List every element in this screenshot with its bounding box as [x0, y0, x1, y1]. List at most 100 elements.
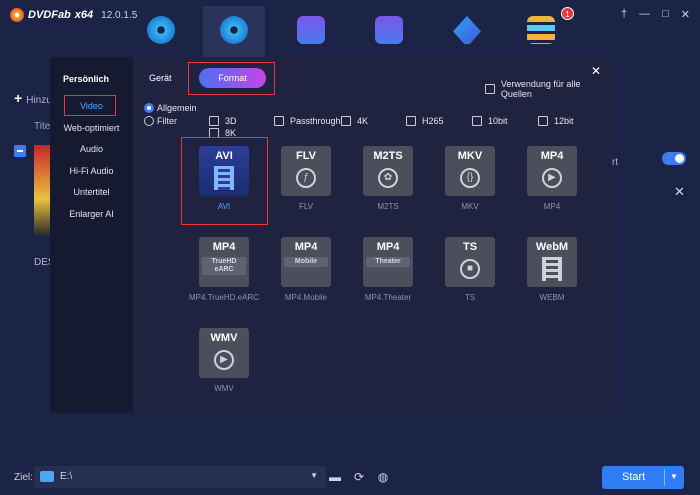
filter-label: 4K [357, 116, 369, 126]
format-tile-mp4-theater[interactable]: MP4 Theater MP4.Theater [356, 237, 420, 302]
checkbox-icon [274, 116, 284, 126]
format-tile-ts[interactable]: TS ■ TS [438, 237, 502, 302]
target-path: E:\ [60, 471, 73, 482]
format-label: FLV [298, 202, 314, 211]
radio-filter-label: Filter [157, 116, 177, 126]
format-card: WMV ▶ [199, 328, 249, 378]
film-strip-icon [542, 257, 562, 281]
start-options-chevron-icon[interactable]: ▼ [670, 472, 678, 481]
filter-passthrough[interactable]: Passthrough [274, 116, 341, 126]
format-card: MP4 Theater [363, 237, 413, 287]
format-label: MP4.TrueHD.eARC [189, 293, 259, 302]
target-path-field[interactable]: E:\ ▼ [34, 466, 326, 488]
format-label: M2TS [377, 202, 399, 211]
format-panel: Gerät Format ✕ Verwendung für alle Quell… [133, 57, 612, 413]
window-controls: † — □ ✕ [621, 8, 690, 21]
minimize-icon[interactable]: — [639, 8, 650, 21]
bottom-bar: Ziel: E:\ ▼ ▬ ⟳ ◍ Start ▼ [0, 462, 700, 495]
sidebar-item-subtitles[interactable]: Untertitel [50, 182, 133, 202]
tab-device[interactable]: Gerät [149, 73, 172, 83]
sidebar-item-web-optimized[interactable]: Web-optimiert [50, 118, 133, 138]
format-subtitle: Mobile [284, 257, 328, 267]
filter-3d[interactable]: 3D [209, 116, 237, 126]
sidebar-item-enlarger-ai[interactable]: Enlarger AI [50, 204, 133, 224]
close-icon[interactable]: ✕ [681, 8, 690, 21]
format-subtitle: TrueHD eARC [202, 257, 246, 275]
filter-label: Passthrough [290, 116, 341, 126]
format-card: WebM [527, 237, 577, 287]
background-text: rt [612, 157, 619, 168]
nav-launchpad[interactable] [436, 6, 498, 58]
format-label: TS [464, 293, 476, 302]
radio-general-label: Allgemein [157, 103, 197, 113]
format-label: WMV [214, 384, 234, 393]
browse-folder-icon[interactable]: ▬ [328, 470, 342, 484]
refresh-icon[interactable]: ⟳ [352, 470, 366, 484]
format-tile-flv[interactable]: FLV ƒ FLV [274, 146, 338, 211]
chevron-down-icon[interactable]: ▼ [310, 471, 318, 480]
format-code: M2TS [373, 150, 403, 162]
radio-filter[interactable] [144, 116, 154, 126]
format-code: WebM [535, 241, 569, 253]
option-toggle[interactable] [662, 152, 686, 165]
filter-label: 10bit [488, 116, 508, 126]
sidebar-item-audio[interactable]: Audio [50, 139, 133, 159]
start-divider [664, 469, 665, 486]
radio-general[interactable] [144, 103, 154, 113]
filter-label: 12bit [554, 116, 574, 126]
format-subtitle: Theater [366, 257, 410, 267]
maximize-icon[interactable]: □ [662, 8, 669, 21]
close-modal-icon[interactable]: ✕ [591, 64, 601, 78]
checkbox-icon [209, 116, 219, 126]
format-card: FLV ƒ [281, 146, 331, 196]
mkv-logo-icon: {} [460, 168, 480, 188]
app-variant: x64 [74, 9, 94, 21]
movie-poster [34, 145, 50, 235]
sidebar-item-hifi-audio[interactable]: Hi-Fi Audio [50, 161, 133, 181]
format-tile-mkv[interactable]: MKV {} MKV [438, 146, 502, 211]
filter-h265[interactable]: H265 [406, 116, 444, 126]
format-tile-webm[interactable]: WebM WEBM [520, 237, 584, 302]
format-code: MP4 [376, 241, 400, 253]
format-label: MP4.Theater [364, 293, 412, 302]
target-label: Ziel: [14, 472, 33, 483]
format-tile-m2ts[interactable]: M2TS ✿ M2TS [356, 146, 420, 211]
format-card: MP4 TrueHD eARC [199, 237, 249, 287]
globe-icon[interactable]: ◍ [376, 470, 390, 484]
format-code: FLV [296, 150, 316, 162]
checkbox-icon [538, 116, 548, 126]
format-label: WEBM [539, 293, 565, 302]
format-tile-mp4-truehd[interactable]: MP4 TrueHD eARC MP4.TrueHD.eARC [189, 237, 259, 302]
filter-4k[interactable]: 4K [341, 116, 368, 126]
title-checkbox[interactable] [14, 145, 26, 157]
category-sidebar: Persönlich Video Web-optimiert Audio Hi-… [50, 57, 133, 413]
remove-item-icon[interactable]: ✕ [674, 184, 685, 200]
app-name: DVDFab [28, 9, 71, 21]
nav-copy[interactable] [130, 6, 192, 58]
nav-toolbox[interactable] [510, 6, 572, 58]
copy-disc-icon [147, 16, 175, 44]
start-button[interactable]: Start ▼ [602, 466, 684, 489]
nav-creator[interactable] [358, 6, 420, 58]
filter-12bit[interactable]: 12bit [538, 116, 574, 126]
nav-converter[interactable] [280, 6, 342, 58]
checkbox-icon [472, 116, 482, 126]
format-label: MP4.Mobile [284, 293, 328, 302]
checkbox-icon [485, 84, 495, 94]
pin-icon[interactable]: † [621, 8, 627, 21]
format-code: MP4 [212, 241, 236, 253]
format-code: MKV [457, 150, 483, 162]
plus-icon: + [14, 90, 23, 106]
filter-label: H265 [422, 116, 444, 126]
format-tile-mp4-mobile[interactable]: MP4 Mobile MP4.Mobile [274, 237, 338, 302]
format-tile-mp4[interactable]: MP4 ▶ MP4 [520, 146, 584, 211]
film-reel-icon: ✿ [378, 168, 398, 188]
nav-ripper[interactable] [203, 6, 265, 58]
highlight-box [64, 95, 116, 116]
use-all-sources-checkbox[interactable]: Verwendung für alle Quellen [485, 79, 612, 99]
app-logo: DVDFab x64 12.0.1.5 [10, 8, 137, 22]
profile-modal: Persönlich Video Web-optimiert Audio Hi-… [50, 57, 612, 413]
filter-10bit[interactable]: 10bit [472, 116, 508, 126]
format-code: WMV [210, 332, 238, 344]
format-tile-wmv[interactable]: WMV ▶ WMV [192, 328, 256, 393]
